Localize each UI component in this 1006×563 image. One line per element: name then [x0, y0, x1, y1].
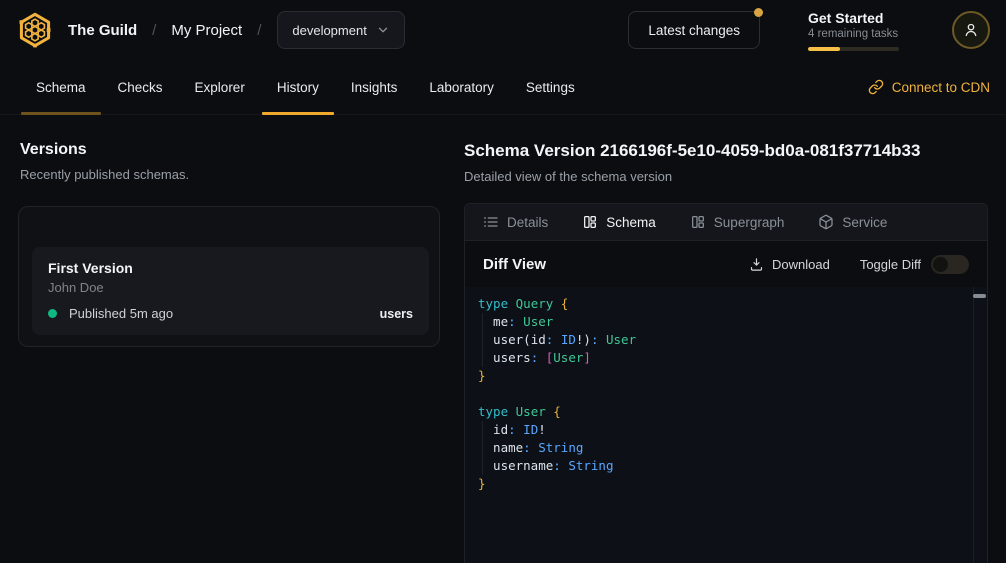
download-icon	[749, 257, 764, 272]
nav-tab-explorer[interactable]: Explorer	[179, 60, 261, 114]
versions-title: Versions	[20, 141, 444, 159]
breadcrumb-separator: /	[152, 22, 156, 39]
code-line: id: ID!	[478, 421, 967, 439]
versions-list: First Version John Doe Published 5m ago …	[18, 206, 440, 347]
breadcrumb-org[interactable]: The Guild	[68, 22, 137, 39]
get-started-subtitle: 4 remaining tasks	[808, 28, 900, 40]
person-icon	[961, 20, 981, 40]
versions-panel: Versions Recently published schemas. Fir…	[0, 115, 464, 563]
tab-service[interactable]: Service	[818, 214, 887, 230]
get-started-progress-bar	[808, 47, 899, 51]
versions-subtitle: Recently published schemas.	[20, 167, 444, 182]
switch-knob	[933, 257, 948, 272]
latest-changes-label: Latest changes	[648, 23, 740, 38]
code-line: type Query {	[478, 295, 967, 313]
diff-view-toolbar: Diff View Download Toggle Diff	[465, 241, 987, 287]
detail-tabs: Details Schema Supergraph	[465, 204, 987, 241]
version-card[interactable]: First Version John Doe Published 5m ago …	[32, 247, 429, 335]
nav-tab-checks[interactable]: Checks	[102, 60, 179, 114]
get-started-title: Get Started	[808, 10, 900, 26]
tab-details-label: Details	[507, 215, 548, 230]
top-header: The Guild / My Project / development Lat…	[0, 0, 1006, 60]
tab-supergraph[interactable]: Supergraph	[690, 214, 785, 230]
code-line: }	[478, 475, 967, 493]
breadcrumb: The Guild / My Project /	[68, 22, 261, 39]
version-author: John Doe	[48, 280, 413, 295]
code-line: user(id: ID!): User	[478, 331, 967, 349]
code-line: type User {	[478, 403, 967, 421]
code-line: me: User	[478, 313, 967, 331]
connect-to-cdn-link[interactable]: Connect to CDN	[868, 79, 990, 95]
version-name: First Version	[48, 260, 413, 276]
nav-tab-settings[interactable]: Settings	[510, 60, 591, 114]
scrollbar-thumb[interactable]	[973, 294, 986, 298]
version-detail-subtitle: Detailed view of the schema version	[464, 169, 988, 184]
code-line: users: [User]	[478, 349, 967, 367]
target-selector-value: development	[292, 23, 366, 38]
connect-to-cdn-label: Connect to CDN	[892, 80, 990, 95]
version-detail-title: Schema Version 2166196f-5e10-4059-bd0a-0…	[464, 141, 988, 161]
main-content: Versions Recently published schemas. Fir…	[0, 115, 1006, 563]
toggle-diff-switch[interactable]	[931, 255, 969, 274]
scrollbar-track	[973, 287, 974, 563]
version-detail-panel: Schema Version 2166196f-5e10-4059-bd0a-0…	[464, 115, 1006, 563]
tab-supergraph-label: Supergraph	[714, 215, 785, 230]
chevron-down-icon	[376, 23, 390, 37]
nav-tab-laboratory[interactable]: Laboratory	[413, 60, 510, 114]
breadcrumb-separator: /	[257, 22, 261, 39]
code-line	[478, 385, 967, 403]
download-button[interactable]: Download	[749, 257, 830, 272]
panels-icon	[582, 214, 598, 230]
progress-fill	[808, 47, 840, 51]
get-started-widget[interactable]: Get Started 4 remaining tasks	[808, 10, 900, 51]
detail-panel: Details Schema Supergraph	[464, 203, 988, 563]
user-avatar[interactable]	[952, 11, 990, 49]
app-root: The Guild / My Project / development Lat…	[0, 0, 1006, 563]
nav-tab-insights[interactable]: Insights	[335, 60, 414, 114]
list-icon	[483, 214, 499, 230]
hive-logo-icon[interactable]	[16, 11, 54, 49]
tab-schema[interactable]: Schema	[582, 214, 656, 230]
main-nav: Schema Checks Explorer History Insights …	[0, 60, 1006, 115]
code-block: type Query { me: User user(id: ID!): Use…	[465, 287, 987, 563]
panels-icon	[690, 214, 706, 230]
breadcrumb-project[interactable]: My Project	[171, 22, 242, 39]
nav-tab-history[interactable]: History	[261, 60, 335, 114]
version-meta-row: Published 5m ago users	[48, 306, 413, 321]
target-selector-dropdown[interactable]: development	[277, 11, 404, 49]
service-badge: users	[380, 307, 413, 321]
download-label: Download	[772, 257, 830, 272]
diff-view-title: Diff View	[483, 256, 546, 273]
latest-changes-button[interactable]: Latest changes	[628, 11, 760, 49]
nav-tab-schema[interactable]: Schema	[20, 60, 102, 114]
notification-dot	[754, 8, 763, 17]
toggle-diff-label: Toggle Diff	[860, 257, 921, 272]
cube-icon	[818, 214, 834, 230]
code-line: username: String	[478, 457, 967, 475]
code-line: }	[478, 367, 967, 385]
published-status-text: Published 5m ago	[69, 306, 173, 321]
diff-actions: Download Toggle Diff	[749, 255, 969, 274]
tab-service-label: Service	[842, 215, 887, 230]
tab-details[interactable]: Details	[483, 214, 548, 230]
link-icon	[868, 79, 884, 95]
published-status-dot	[48, 309, 57, 318]
code-line: name: String	[478, 439, 967, 457]
tab-schema-label: Schema	[606, 215, 656, 230]
